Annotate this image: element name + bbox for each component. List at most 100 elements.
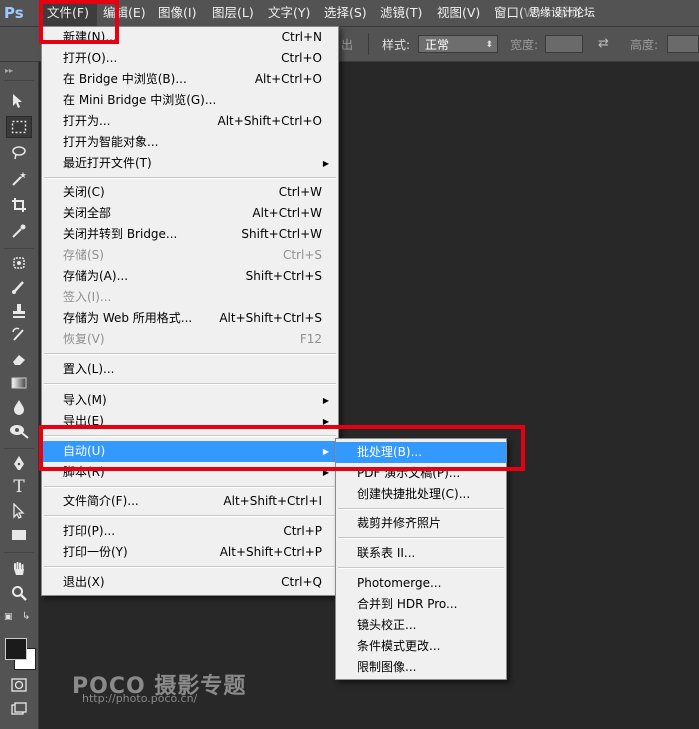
menu-item-save-as[interactable]: 存储为(A)... Shift+Ctrl+S	[42, 266, 338, 287]
menu-item-print[interactable]: 打印(P)... Ctrl+P	[42, 521, 338, 542]
crop-tool-icon[interactable]	[6, 194, 32, 216]
menu-item-revert: 恢复(V) F12	[63, 332, 322, 346]
height-input[interactable]	[667, 35, 699, 53]
toolbox-separator	[4, 552, 34, 553]
move-tool-icon[interactable]	[6, 90, 32, 112]
swap-colors-icon[interactable]: ↳	[22, 611, 30, 622]
toolbox-separator	[4, 248, 34, 249]
rectangle-tool-icon[interactable]	[6, 524, 32, 546]
submenu-arrow-icon: ▶	[322, 396, 329, 405]
style-select[interactable]: 正常 ⬍	[418, 35, 498, 53]
eraser-tool-icon[interactable]	[6, 348, 32, 370]
menu-type[interactable]: 文字(Y)	[268, 0, 310, 26]
menu-image[interactable]: 图像(I)	[158, 0, 196, 26]
hand-tool-icon[interactable]	[6, 558, 32, 580]
type-tool-icon[interactable]: T	[6, 476, 32, 498]
menu-separator	[338, 567, 504, 569]
gradient-tool-icon[interactable]	[6, 372, 32, 394]
menu-edit[interactable]: 编辑(E)	[103, 0, 146, 26]
dodge-tool-icon[interactable]	[6, 420, 32, 442]
marquee-tool-icon[interactable]	[6, 116, 32, 138]
menu-item-check-in: 签入(I)...	[63, 290, 112, 304]
history-brush-icon[interactable]	[6, 324, 32, 346]
menu-item-browse-bridge[interactable]: 在 Bridge 中浏览(B)... Alt+Ctrl+O	[42, 69, 338, 90]
menu-separator	[338, 508, 504, 510]
menu-bar: Ps 文件(F) 编辑(E) 图像(I) 图层(L) 文字(Y) 选择(S) 滤…	[0, 0, 699, 45]
submenu-item-merge-hdr[interactable]: 合并到 HDR Pro...	[336, 594, 506, 615]
menu-view[interactable]: 视图(V)	[437, 0, 480, 26]
menu-item-open-smart-object[interactable]: 打开为智能对象...	[42, 132, 338, 153]
swap-icon[interactable]: ⇄	[598, 36, 609, 51]
automate-submenu: 批处理(B)... PDF 演示文稿(P)... 创建快捷批处理(C)... 裁…	[335, 438, 507, 680]
file-menu-dropdown: 新建(N)... Ctrl+N 打开(O)... Ctrl+O 在 Bridge 中…	[41, 26, 339, 596]
menu-item-automate[interactable]: 自动(U) ▶	[42, 441, 338, 462]
menu-filter[interactable]: 滤镜(T)	[380, 0, 422, 26]
brush-tool-icon[interactable]	[6, 276, 32, 298]
menu-select[interactable]: 选择(S)	[324, 0, 367, 26]
submenu-item-photomerge[interactable]: Photomerge...	[336, 573, 506, 594]
submenu-item-create-droplet[interactable]: 创建快捷批处理(C)...	[336, 484, 506, 505]
menu-item-scripts[interactable]: 脚本(R) ▶	[42, 462, 338, 483]
submenu-arrow-icon: ▶	[322, 447, 329, 456]
menu-item-close[interactable]: 关闭(C) Ctrl+W	[42, 182, 338, 203]
blur-tool-icon[interactable]	[6, 396, 32, 418]
submenu-item-contact-sheet[interactable]: 联系表 II...	[336, 543, 506, 564]
menu-item-export[interactable]: 导出(E) ▶	[42, 411, 338, 432]
submenu-item-pdf-presentation[interactable]: PDF 演示文稿(P)...	[336, 463, 506, 484]
width-input[interactable]	[545, 35, 583, 53]
menu-item-print-one-copy[interactable]: 打印一份(Y) Alt+Shift+Ctrl+P	[42, 542, 338, 563]
menu-separator	[44, 515, 336, 517]
menu-item-import[interactable]: 导入(M) ▶	[42, 390, 338, 411]
options-separator	[368, 33, 369, 55]
submenu-arrow-icon: ▶	[322, 159, 329, 168]
submenu-arrow-icon: ▶	[322, 417, 329, 426]
screen-mode-icon[interactable]	[6, 698, 32, 720]
toolbox-separator	[4, 448, 34, 449]
style-label: 样式:	[382, 38, 411, 52]
stamp-tool-icon[interactable]	[6, 300, 32, 322]
height-label: 高度:	[630, 38, 659, 52]
style-select-value: 正常	[425, 38, 450, 52]
default-colors-icon[interactable]: ▣	[4, 612, 13, 622]
submenu-item-batch[interactable]: 批处理(B)...	[336, 442, 506, 463]
menu-item-close-go-bridge[interactable]: 关闭并转到 Bridge... Shift+Ctrl+W	[42, 224, 338, 245]
menu-item-open-as[interactable]: 打开为... Alt+Shift+Ctrl+O	[42, 111, 338, 132]
submenu-item-crop-straighten[interactable]: 裁剪并修齐照片	[336, 513, 506, 534]
menu-item-save-for-web[interactable]: 存储为 Web 所用格式... Alt+Shift+Ctrl+S	[42, 308, 338, 329]
menu-separator	[44, 486, 336, 488]
pen-tool-icon[interactable]	[6, 452, 32, 474]
foreground-color-swatch[interactable]	[5, 638, 27, 660]
submenu-item-lens-correction[interactable]: 镜头校正...	[336, 615, 506, 636]
collapse-icon[interactable]: ▸▸	[5, 66, 13, 75]
submenu-item-fit-image[interactable]: 限制图像...	[336, 657, 506, 678]
submenu-item-conditional-mode-change[interactable]: 条件模式更改...	[336, 636, 506, 657]
options-partial-label: 出	[341, 38, 354, 52]
lasso-tool-icon[interactable]	[6, 142, 32, 164]
toolbox: ▸▸ T ▣ ↳	[0, 62, 39, 729]
magic-wand-icon[interactable]	[6, 168, 32, 190]
menu-item-close-all[interactable]: 关闭全部 Alt+Ctrl+W	[42, 203, 338, 224]
menu-separator	[44, 353, 336, 355]
menu-item-place[interactable]: 置入(L)...	[42, 359, 338, 380]
quick-mask-icon[interactable]	[6, 674, 32, 696]
menu-item-file-info[interactable]: 文件简介(F)... Alt+Shift+Ctrl+I	[42, 491, 338, 512]
menu-item-recent-files[interactable]: 最近打开文件(T) ▶	[42, 153, 338, 174]
submenu-arrow-icon: ▶	[322, 468, 329, 477]
healing-brush-icon[interactable]	[6, 252, 32, 274]
eyedropper-icon[interactable]	[6, 220, 32, 242]
menu-separator	[44, 566, 336, 568]
updown-caret-icon: ⬍	[485, 40, 493, 50]
menu-separator	[44, 177, 336, 179]
path-selection-icon[interactable]	[6, 500, 32, 522]
menu-item-new[interactable]: 新建(N)... Ctrl+N	[42, 27, 338, 48]
zoom-tool-icon[interactable]	[6, 582, 32, 604]
menu-separator	[44, 383, 336, 385]
menu-item-exit[interactable]: 退出(X) Ctrl+Q	[42, 572, 338, 593]
menu-item-browse-mini-bridge[interactable]: 在 Mini Bridge 中浏览(G)...	[42, 90, 338, 111]
photoshop-logo: Ps	[4, 4, 24, 22]
menu-separator	[338, 537, 504, 539]
menu-item-open[interactable]: 打开(O)... Ctrl+O	[42, 48, 338, 69]
menu-layer[interactable]: 图层(L)	[212, 0, 254, 26]
menu-file[interactable]: 文件(F)	[41, 0, 97, 26]
width-label: 宽度:	[510, 38, 539, 52]
